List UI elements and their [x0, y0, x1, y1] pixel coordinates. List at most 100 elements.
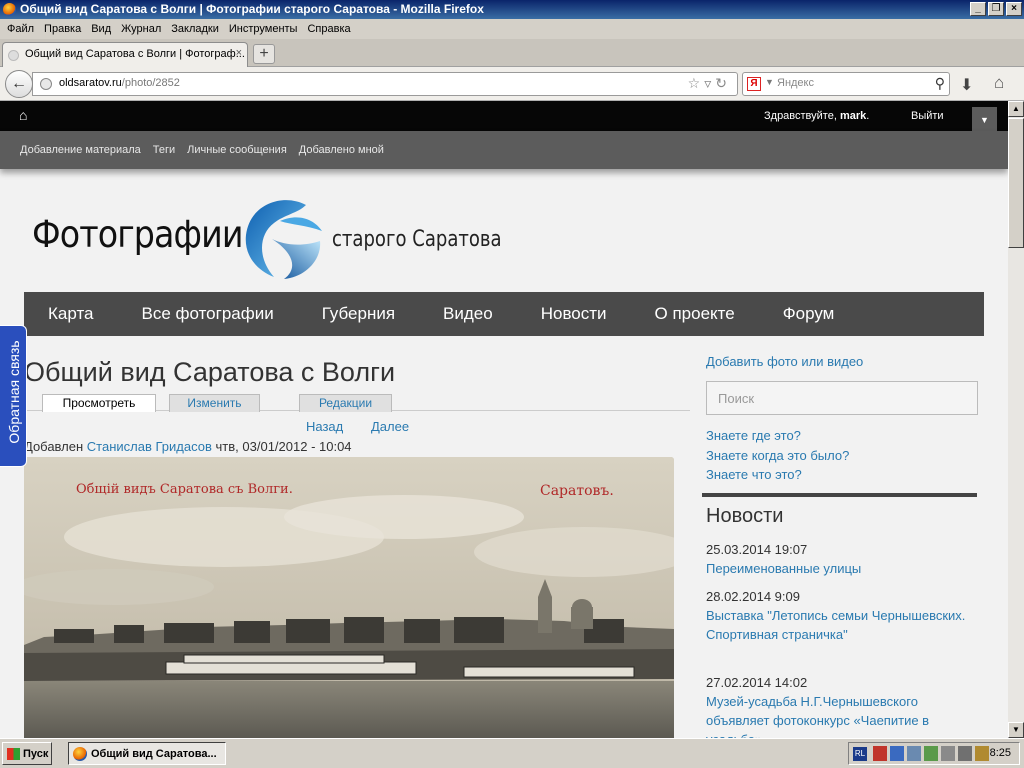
reload-icon[interactable]: ↻: [715, 75, 731, 91]
site-logo-icon[interactable]: [244, 195, 324, 279]
logo-text-left[interactable]: Фотографии: [32, 213, 244, 256]
nav-forum[interactable]: Форум: [759, 304, 859, 324]
taskbar: Пуск Общий вид Саратова... RL 8:25: [0, 738, 1024, 768]
news-date: 25.03.2014 19:07: [706, 542, 808, 557]
greeting-text: Здравствуйте,: [764, 110, 837, 122]
scroll-down-icon[interactable]: ▼: [1008, 722, 1024, 738]
history-dropdown-icon[interactable]: ▿: [704, 75, 715, 91]
browser-tab[interactable]: Общий вид Саратова с Волги | Фотограф...…: [2, 42, 248, 67]
nav-video[interactable]: Видео: [419, 304, 517, 324]
photo-illustration: [24, 457, 674, 738]
network-icon[interactable]: [890, 746, 904, 761]
news-title-link[interactable]: Выставка "Летопись семьи Чернышевских. С…: [706, 606, 976, 644]
subnav-add-material[interactable]: Добавление материала: [14, 144, 147, 156]
start-button[interactable]: Пуск: [2, 742, 52, 765]
tab-revisions[interactable]: Редакции: [299, 394, 392, 412]
menu-tools[interactable]: Инструменты: [224, 23, 303, 35]
next-link[interactable]: Далее: [371, 419, 409, 434]
nav-about[interactable]: О проекте: [631, 304, 759, 324]
photo-image[interactable]: Общій видъ Саратова съ Волги. Саратовъ.: [24, 457, 674, 738]
taskbar-item-label: Общий вид Саратова...: [91, 748, 217, 760]
back-button[interactable]: ←: [5, 70, 33, 98]
news-title-link[interactable]: Музей-усадьба Н.Г.Чернышевского объявляе…: [706, 692, 976, 738]
minimize-button[interactable]: _: [970, 2, 986, 16]
url-path: /photo/2852: [121, 77, 180, 89]
view-tabs: Просмотреть Изменить Редакции: [24, 393, 690, 412]
web-page: ⌂ Здравствуйте, mark. Выйти ▼ Добавление…: [0, 101, 1008, 738]
site-home-icon[interactable]: ⌂: [19, 107, 27, 123]
antivirus-icon[interactable]: [873, 746, 887, 761]
bookmark-star-icon[interactable]: ☆: [688, 75, 705, 91]
nav-news[interactable]: Новости: [517, 304, 631, 324]
site-user-bar: ⌂ Здравствуйте, mark. Выйти ▼: [0, 101, 1008, 135]
engine-dropdown-icon[interactable]: ▼: [765, 77, 774, 87]
username-link[interactable]: mark: [840, 110, 866, 122]
address-bar[interactable]: oldsaratov.ru/photo/2852 ☆▿↻: [32, 72, 738, 96]
scroll-thumb[interactable]: [1008, 118, 1024, 248]
sidebar-divider: [702, 493, 977, 497]
clock: 8:25: [989, 747, 1011, 759]
system-tray: RL 8:25: [848, 742, 1020, 765]
subnav-tags[interactable]: Теги: [147, 144, 181, 156]
back-arrow-icon: ←: [11, 75, 27, 92]
keyboard-icon[interactable]: [941, 746, 955, 761]
quiz-what-link[interactable]: Знаете что это?: [706, 467, 802, 482]
news-date: 27.02.2014 14:02: [706, 675, 808, 690]
site-search-input[interactable]: Поиск: [706, 381, 978, 415]
main-navigation: Карта Все фотографии Губерния Видео Ново…: [24, 292, 984, 336]
search-icon[interactable]: ⚲: [935, 75, 945, 92]
new-tab-button[interactable]: +: [253, 44, 275, 64]
monitor-icon[interactable]: [907, 746, 921, 761]
greeting: Здравствуйте, mark.: [764, 110, 870, 122]
quiz-where-link[interactable]: Знаете где это?: [706, 428, 801, 443]
tab-view[interactable]: Просмотреть: [42, 394, 156, 412]
photo-caption-right: Саратовъ.: [540, 483, 614, 499]
menu-file[interactable]: Файл: [2, 23, 39, 35]
navigation-toolbar: oldsaratov.ru/photo/2852 ☆▿↻ ← Я ▼ Яндек…: [0, 67, 1024, 101]
tab-close-icon[interactable]: ×: [236, 47, 242, 59]
language-indicator[interactable]: RL: [853, 747, 867, 761]
nav-province[interactable]: Губерния: [298, 304, 419, 324]
logout-link[interactable]: Выйти: [911, 110, 944, 122]
tab-edit[interactable]: Изменить: [169, 394, 260, 412]
volume-icon[interactable]: [958, 746, 972, 761]
download-icon[interactable]: ⬇: [960, 75, 973, 95]
subnav-messages[interactable]: Личные сообщения: [181, 144, 293, 156]
home-icon[interactable]: ⌂: [994, 73, 1004, 93]
menu-bookmarks[interactable]: Закладки: [166, 23, 224, 35]
window-title: Общий вид Саратова с Волги | Фотографии …: [20, 2, 484, 16]
feedback-tab[interactable]: Обратная связь: [0, 325, 27, 467]
author-link[interactable]: Станислав Гридасов: [87, 439, 212, 454]
menu-history[interactable]: Журнал: [116, 23, 166, 35]
menu-help[interactable]: Справка: [302, 23, 355, 35]
menu-edit[interactable]: Правка: [39, 23, 86, 35]
news-title-link[interactable]: Переименованные улицы: [706, 559, 976, 578]
add-photo-link[interactable]: Добавить фото или видео: [706, 354, 863, 369]
user-menu: Добавление материала Теги Личные сообщен…: [0, 131, 1008, 169]
quiz-when-link[interactable]: Знаете когда это было?: [706, 448, 849, 463]
nav-all-photos[interactable]: Все фотографии: [118, 304, 298, 324]
favicon-icon: [8, 50, 19, 61]
menu-view[interactable]: Вид: [86, 23, 116, 35]
logo-text-right[interactable]: старого Саратова: [332, 227, 502, 252]
scroll-up-icon[interactable]: ▲: [1008, 101, 1024, 117]
maximize-button[interactable]: ❐: [988, 2, 1004, 16]
close-button[interactable]: ×: [1006, 2, 1022, 16]
menu-bar: Файл Правка Вид Журнал Закладки Инструме…: [0, 19, 1024, 39]
news-heading: Новости: [706, 505, 784, 527]
globe-icon: [40, 78, 52, 90]
windows-logo-icon: [7, 748, 20, 760]
yandex-icon[interactable]: Я: [747, 77, 761, 91]
feedback-label: Обратная связь: [6, 340, 22, 444]
photo-caption-left: Общій видъ Саратова съ Волги.: [76, 482, 293, 497]
vertical-scrollbar[interactable]: ▲ ▼: [1008, 101, 1024, 738]
power-icon[interactable]: [975, 746, 989, 761]
added-prefix: Добавлен: [24, 439, 84, 454]
search-input[interactable]: Я ▼ Яндекс ⚲: [742, 72, 950, 96]
submitted-info: Добавлен Станислав Гридасов чтв, 03/01/2…: [24, 439, 352, 454]
taskbar-firefox-item[interactable]: Общий вид Саратова...: [68, 742, 226, 765]
prev-link[interactable]: Назад: [306, 419, 343, 434]
subnav-my-added[interactable]: Добавлено мной: [293, 144, 390, 156]
nav-map[interactable]: Карта: [24, 304, 118, 324]
update-icon[interactable]: [924, 746, 938, 761]
